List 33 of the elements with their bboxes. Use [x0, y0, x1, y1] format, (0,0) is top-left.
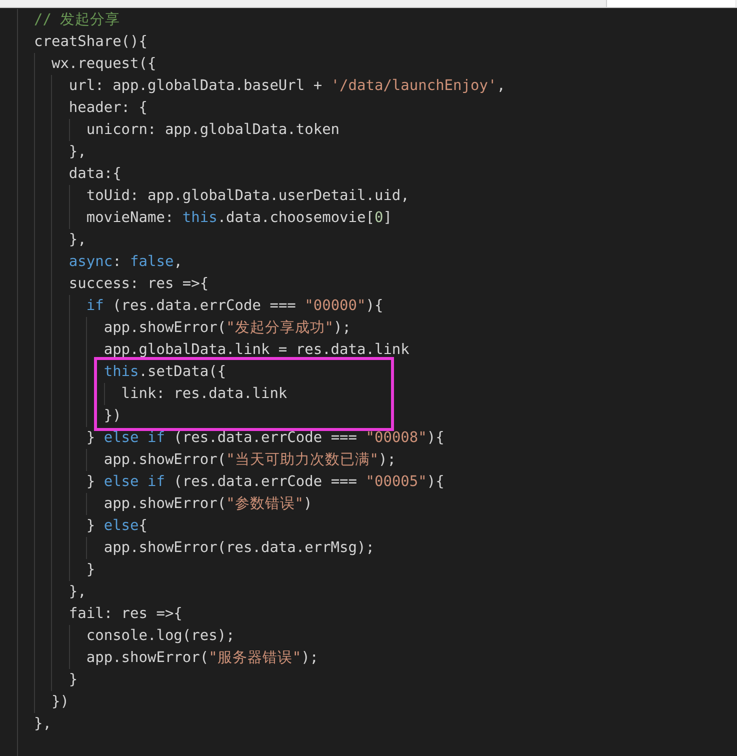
code-line: toUid: app.globalData.userDetail.uid,: [85, 187, 410, 206]
code-line: }: [85, 561, 96, 580]
code-line: async: false,: [68, 253, 182, 272]
code-line: unicorn: app.globalData.token: [85, 121, 340, 140]
code-line: this.setData({: [102, 363, 226, 382]
code-line: app.globalData.link = res.data.link: [102, 341, 410, 360]
code-line: wx.request({: [50, 55, 156, 74]
code-line: movieName: this.data.choosemovie[0]: [85, 209, 392, 228]
code-line: creatShare(){: [34, 33, 148, 52]
code-line: app.showError("发起分享成功");: [102, 318, 351, 338]
code-line: console.log(res);: [85, 627, 235, 646]
code-line: app.showError(res.data.errMsg);: [102, 539, 374, 558]
code-line: if (res.data.errCode === "00000"){: [85, 297, 384, 316]
code-line: // 发起分享: [34, 10, 120, 30]
code-line: data:{: [68, 165, 122, 184]
code-line: },: [34, 715, 52, 734]
code-line: url: app.globalData.baseUrl + '/data/launchEnjoy',: [68, 77, 506, 96]
code-line: },: [68, 583, 86, 602]
code-line: header: {: [68, 99, 148, 118]
code-line: } else if (res.data.errCode === "00008"){: [85, 429, 444, 448]
code-line: app.showError("服务器错误");: [85, 649, 319, 668]
code-line: } else if (res.data.errCode === "00005"){: [85, 473, 444, 492]
code-line: } else{: [85, 517, 148, 536]
code-line: fail: res =>{: [68, 605, 182, 624]
code-line: }: [68, 671, 78, 690]
code-line: },: [68, 231, 86, 250]
code-line: }): [102, 407, 122, 426]
code-line: app.showError("当天可助力次数已满");: [102, 451, 396, 470]
code-line: link: res.data.link: [120, 385, 288, 404]
code-line: success: res =>{: [68, 275, 209, 294]
code-line: },: [68, 143, 86, 162]
code-line: app.showError("参数错误"): [102, 495, 312, 514]
code-line: }): [50, 693, 69, 712]
